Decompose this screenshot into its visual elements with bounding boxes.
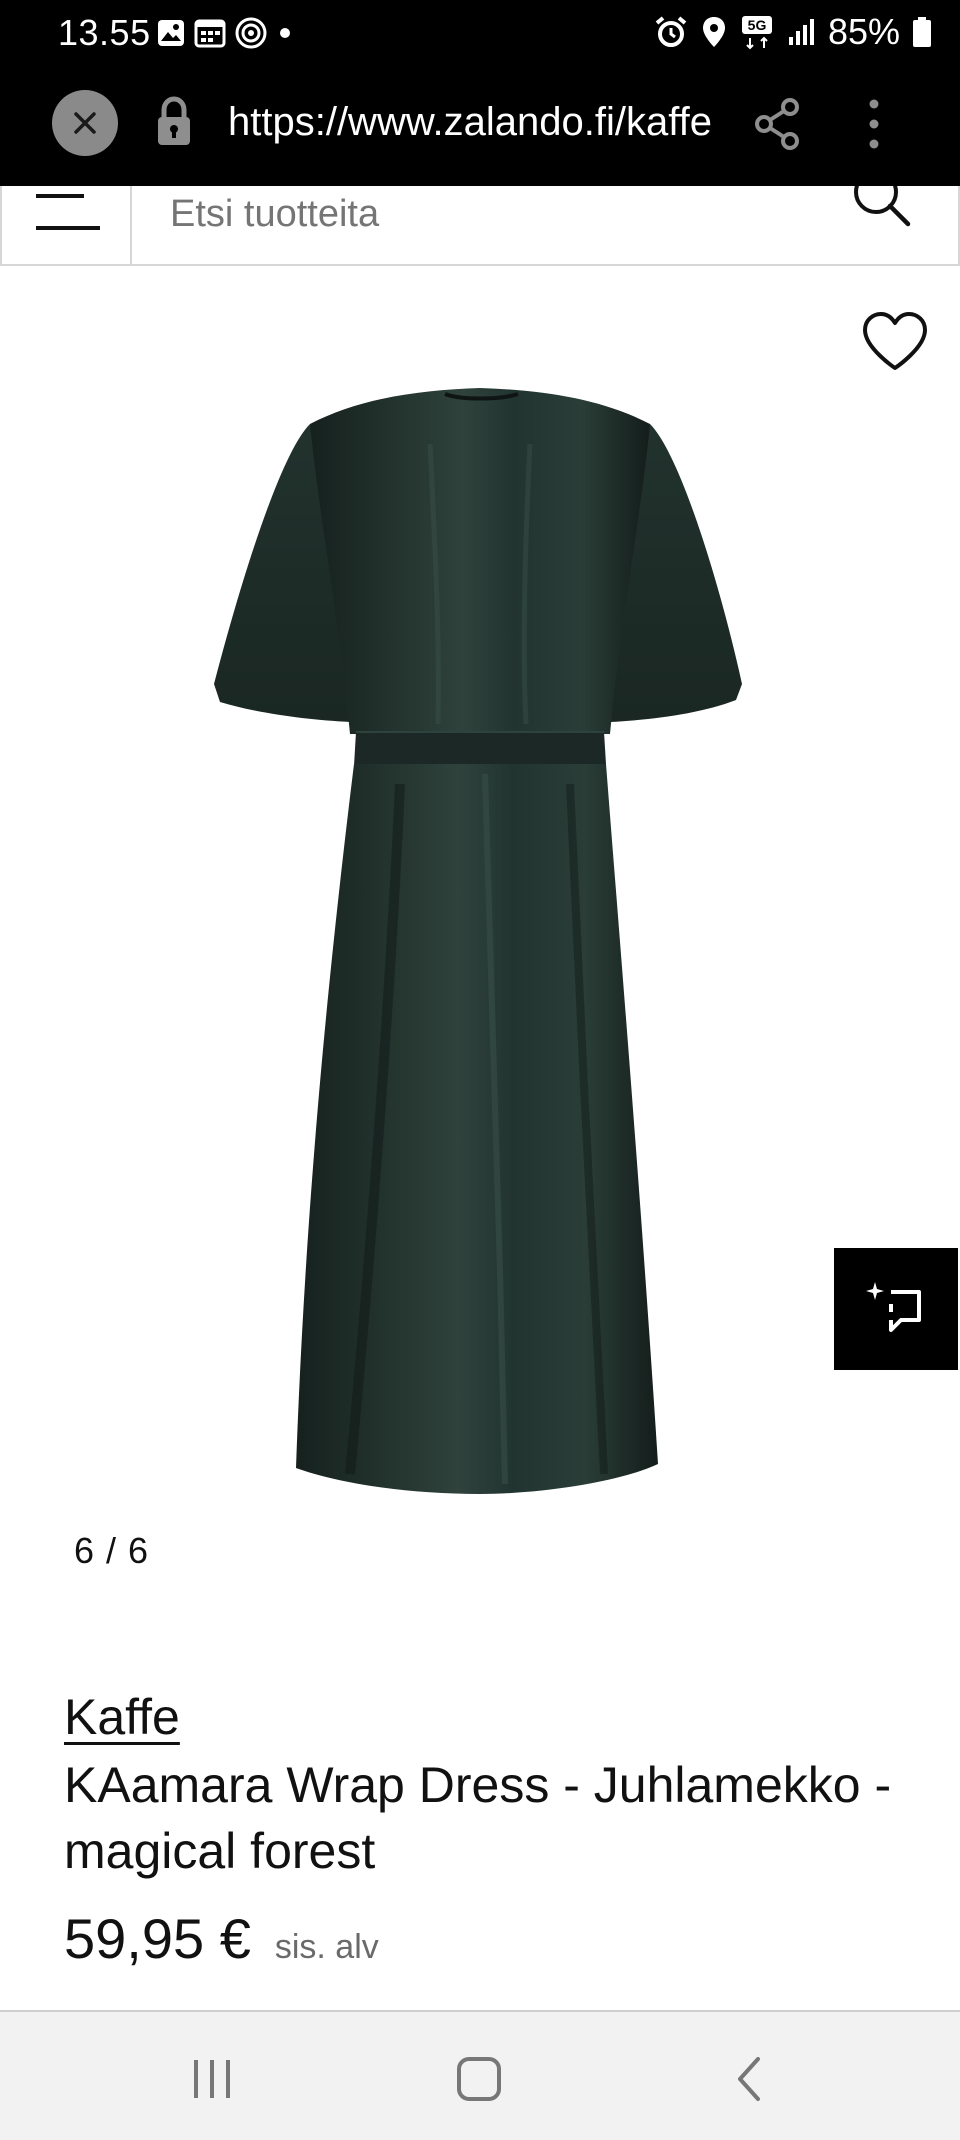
more-notifications-dot-icon — [280, 28, 290, 38]
lock-icon[interactable] — [154, 96, 194, 148]
location-icon — [702, 17, 725, 47]
home-icon[interactable] — [456, 2056, 502, 2102]
status-bar: 13.55 5G 85% — [0, 0, 960, 66]
url-bar[interactable]: https://www.zalando.fi/kaffe — [228, 100, 716, 145]
more-vert-icon[interactable] — [860, 94, 888, 154]
hamburger-menu-button[interactable] — [0, 186, 132, 264]
system-nav-bar — [0, 2010, 960, 2140]
search-input[interactable] — [134, 186, 834, 264]
notification-icons — [156, 15, 294, 51]
compare-button[interactable] — [834, 1248, 958, 1370]
product-photo-dress — [214, 388, 742, 1494]
status-time: 13.55 — [58, 12, 151, 53]
system-icons: 5G 85% — [654, 10, 932, 54]
network-5g-icon: 5G — [741, 16, 772, 50]
vat-note: sis. alv — [274, 1928, 379, 1966]
svg-text:5G: 5G — [748, 17, 767, 33]
alarm-icon — [655, 16, 687, 47]
price-row: 59,95 € sis. alv — [64, 1906, 379, 1971]
compare-sparkle-icon — [866, 1282, 921, 1332]
search-icon[interactable] — [842, 186, 922, 236]
battery-icon — [913, 17, 931, 47]
share-icon[interactable] — [752, 96, 802, 152]
close-icon — [74, 112, 96, 134]
hamburger-icon — [36, 194, 84, 198]
close-tab-button[interactable] — [52, 90, 118, 156]
battery-percent: 85% — [827, 11, 900, 52]
product-price: 59,95 € — [64, 1907, 251, 1970]
browser-toolbar: https://www.zalando.fi/kaffe — [0, 66, 960, 186]
threads-notification-icon — [235, 17, 267, 49]
signal-icon — [788, 19, 814, 45]
back-icon[interactable] — [734, 2056, 764, 2102]
brand-link[interactable]: Kaffe — [64, 1688, 180, 1746]
site-header — [0, 186, 960, 266]
recent-apps-icon[interactable] — [190, 2056, 234, 2102]
product-title: KAamara Wrap Dress - Juhlamekko - magica… — [64, 1757, 892, 1879]
hamburger-line — [36, 226, 100, 230]
image-notification-icon — [158, 20, 184, 46]
calendar-notification-icon — [194, 19, 226, 48]
image-counter: 6 / 6 — [74, 1530, 150, 1571]
heart-icon[interactable] — [860, 310, 930, 374]
